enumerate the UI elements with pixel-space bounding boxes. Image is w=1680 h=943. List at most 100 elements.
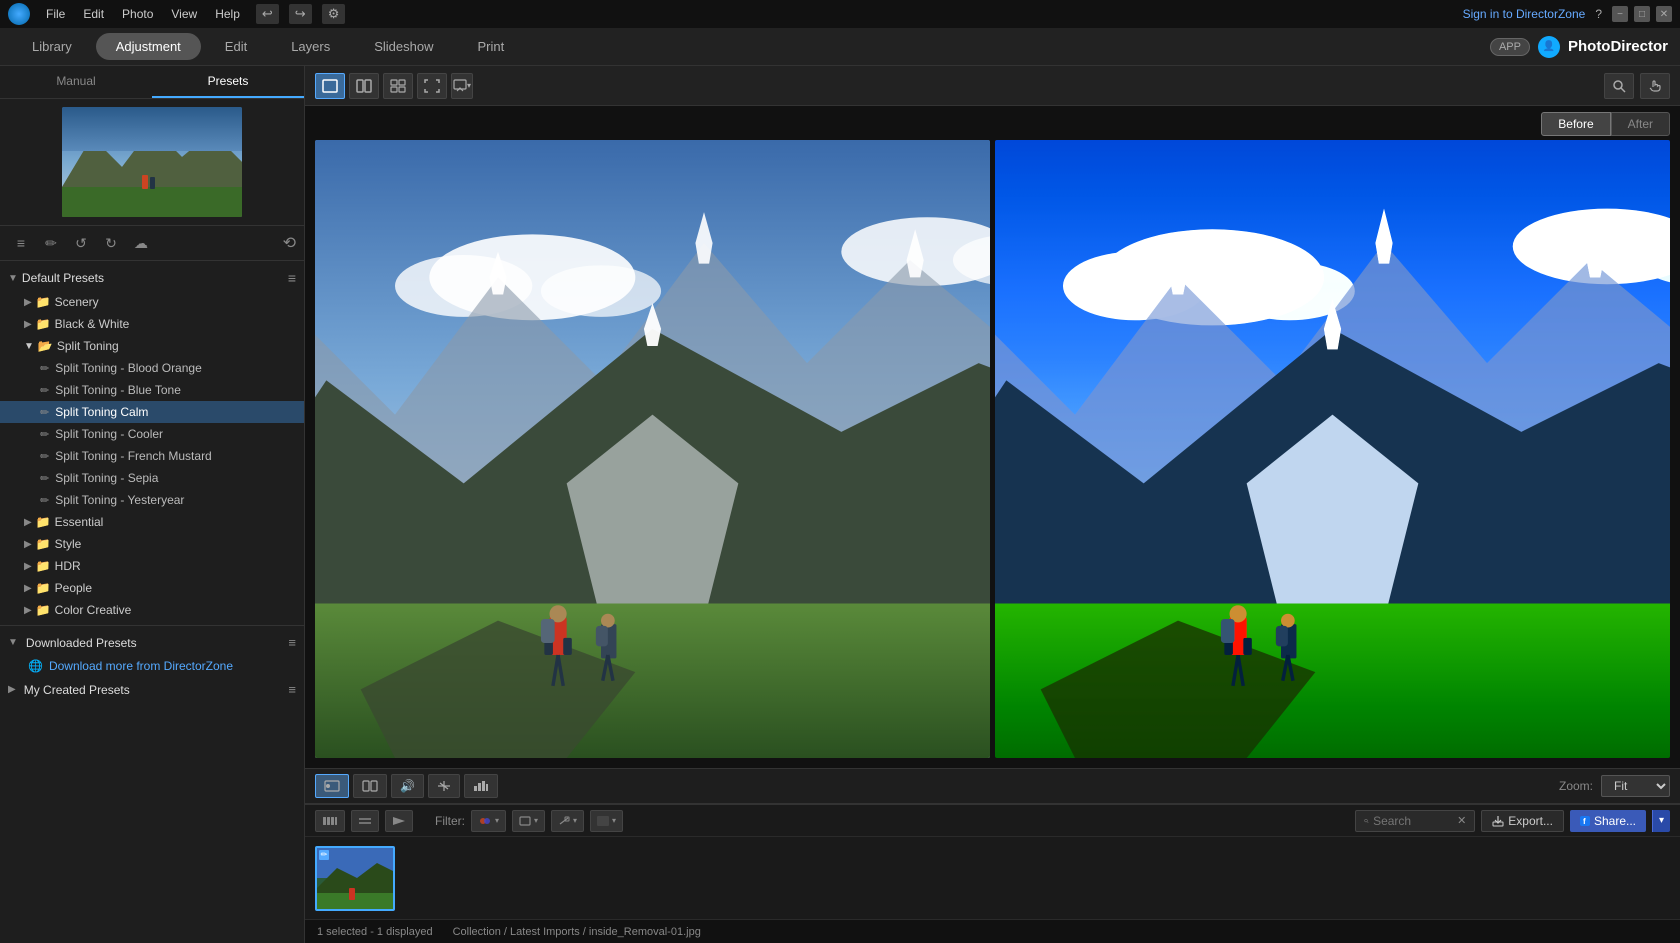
undo-button[interactable]: ↩ (256, 4, 279, 24)
tab-adjustment[interactable]: Adjustment (96, 33, 201, 60)
tool-cloud-btn[interactable]: ☁ (128, 230, 154, 256)
view-split-btn[interactable] (349, 73, 379, 99)
preset-blue-tone-label: Split Toning - Blue Tone (55, 383, 181, 397)
share-dropdown-btn[interactable]: ▾ (1652, 810, 1670, 832)
titlebar-actions: ↩ ↪ ⚙ (256, 4, 345, 24)
preset-blood-orange[interactable]: ✏ Split Toning - Blood Orange (0, 357, 304, 379)
sidebar-item-people[interactable]: ▶ 📁 People (0, 577, 304, 599)
tool-redo-btn[interactable]: ↻ (98, 230, 124, 256)
bw-label: Black & White (55, 317, 130, 331)
hand-tool-btn[interactable] (1640, 73, 1670, 99)
tab-library[interactable]: Library (12, 33, 92, 60)
sidebar-item-hdr[interactable]: ▶ 📁 HDR (0, 555, 304, 577)
downloaded-presets-header[interactable]: ▼ Downloaded Presets ≡ (0, 630, 304, 655)
histogram-btn[interactable] (464, 774, 498, 798)
sidebar-item-bw[interactable]: ▶ 📁 Black & White (0, 313, 304, 335)
filmstrip-thumb-1[interactable]: ✏ (315, 846, 395, 911)
sidebar: Manual Presets (0, 66, 305, 943)
minimize-button[interactable]: − (1612, 6, 1628, 22)
tab-manual[interactable]: Manual (0, 66, 152, 98)
color-creative-folder-icon: 📁 (36, 603, 51, 617)
sidebar-item-style[interactable]: ▶ 📁 Style (0, 533, 304, 555)
preset-french-mustard[interactable]: ✏ Split Toning - French Mustard (0, 445, 304, 467)
view-grid-btn[interactable] (383, 73, 413, 99)
view-mode-2-btn[interactable] (353, 774, 387, 798)
tool-layers-btn[interactable]: ≡ (8, 230, 34, 256)
edit-filter-btn[interactable]: ▾ (551, 810, 584, 832)
tab-layers[interactable]: Layers (271, 33, 350, 60)
sidebar-item-color-creative[interactable]: ▶ 📁 Color Creative (0, 599, 304, 621)
svg-text:f: f (1583, 817, 1586, 826)
filmstrip-search-box[interactable]: ✕ (1355, 810, 1475, 832)
search-input[interactable] (1373, 814, 1453, 828)
redo-button[interactable]: ↪ (289, 4, 312, 24)
main-navigation: Library Adjustment Edit Layers Slideshow… (0, 28, 1680, 66)
my-presets-label: My Created Presets (24, 683, 130, 697)
search-clear-icon[interactable]: ✕ (1457, 814, 1466, 827)
my-presets-header[interactable]: ▶ My Created Presets ≡ (0, 677, 304, 702)
tab-slideshow[interactable]: Slideshow (354, 33, 453, 60)
audio-btn[interactable]: 🔊 (391, 774, 424, 798)
export-icon (1492, 815, 1504, 827)
default-presets-menu-btn[interactable]: ≡ (288, 270, 296, 286)
exposure-btn[interactable] (428, 774, 460, 798)
undo-icon[interactable]: ⟲ (283, 233, 296, 253)
menu-view[interactable]: View (171, 7, 197, 21)
tool-edit-btn[interactable]: ✏ (38, 230, 64, 256)
nav-tabs: Library Adjustment Edit Layers Slideshow… (12, 33, 524, 60)
view-single-btn[interactable] (315, 73, 345, 99)
signin-link[interactable]: Sign in to DirectorZone (1463, 7, 1586, 21)
filmstrip-view-btn-2[interactable] (351, 810, 379, 832)
share-label: Share... (1594, 814, 1636, 828)
zoom-select[interactable]: Fit 25% 50% 100% 200% (1601, 775, 1670, 797)
share-button[interactable]: f Share... (1570, 810, 1646, 832)
maximize-button[interactable]: □ (1634, 6, 1650, 22)
close-button[interactable]: ✕ (1656, 6, 1672, 22)
downloaded-menu-btn[interactable]: ≡ (288, 635, 296, 650)
view-mode-1-btn[interactable] (315, 774, 349, 798)
after-button[interactable]: After (1611, 112, 1670, 136)
default-presets-header[interactable]: ▼ Default Presets ≡ (0, 265, 304, 291)
view-toolbar: ▾ (305, 66, 1680, 106)
tab-print[interactable]: Print (458, 33, 525, 60)
download-link-text: Download more from DirectorZone (49, 659, 233, 673)
view-extra-btn[interactable]: ▾ (451, 73, 473, 99)
tool-history-btn[interactable]: ↺ (68, 230, 94, 256)
color-filter-btn[interactable]: ▾ (471, 810, 506, 832)
my-presets-menu-btn[interactable]: ≡ (288, 682, 296, 697)
view-fullscreen-btn[interactable] (417, 73, 447, 99)
sidebar-item-scenery[interactable]: ▶ 📁 Scenery (0, 291, 304, 313)
sidebar-item-split-toning[interactable]: ▼ 📂 Split Toning (0, 335, 304, 357)
preset-yesteryear[interactable]: ✏ Split Toning - Yesteryear (0, 489, 304, 511)
before-button[interactable]: Before (1541, 112, 1610, 136)
essential-folder-icon: 📁 (36, 515, 51, 529)
brand-name: PhotoDirector (1568, 38, 1668, 55)
shape-filter-btn[interactable]: ▾ (512, 810, 545, 832)
preset-blue-tone[interactable]: ✏ Split Toning - Blue Tone (0, 379, 304, 401)
user-avatar[interactable]: 👤 (1538, 36, 1560, 58)
tab-presets[interactable]: Presets (152, 66, 304, 98)
preset-calm[interactable]: ✏ Split Toning Calm (0, 401, 304, 423)
filmstrip-view-btn-1[interactable] (315, 810, 345, 832)
filmstrip-send-btn[interactable] (385, 810, 413, 832)
preset-blood-orange-label: Split Toning - Blood Orange (55, 361, 202, 375)
menu-photo[interactable]: Photo (122, 7, 153, 21)
download-more-link[interactable]: 🌐 Download more from DirectorZone (0, 655, 304, 677)
sidebar-item-essential[interactable]: ▶ 📁 Essential (0, 511, 304, 533)
hdr-label: HDR (55, 559, 81, 573)
preset-cooler[interactable]: ✏ Split Toning - Cooler (0, 423, 304, 445)
preset-sepia[interactable]: ✏ Split Toning - Sepia (0, 467, 304, 489)
settings-button[interactable]: ⚙ (322, 4, 346, 24)
search-view-btn[interactable] (1604, 73, 1634, 99)
menu-edit[interactable]: Edit (83, 7, 104, 21)
help-icon[interactable]: ? (1595, 7, 1602, 21)
tab-edit[interactable]: Edit (205, 33, 267, 60)
menu-file[interactable]: File (46, 7, 65, 21)
export-button[interactable]: Export... (1481, 810, 1564, 832)
color-picker-btn[interactable]: ▾ (590, 810, 623, 832)
before-panel (315, 140, 990, 758)
filter-label: Filter: (435, 814, 465, 828)
menu-help[interactable]: Help (215, 7, 240, 21)
hdr-arrow: ▶ (24, 561, 32, 572)
sidebar-tools: ≡ ✏ ↺ ↻ ☁ ⟲ (0, 226, 304, 261)
